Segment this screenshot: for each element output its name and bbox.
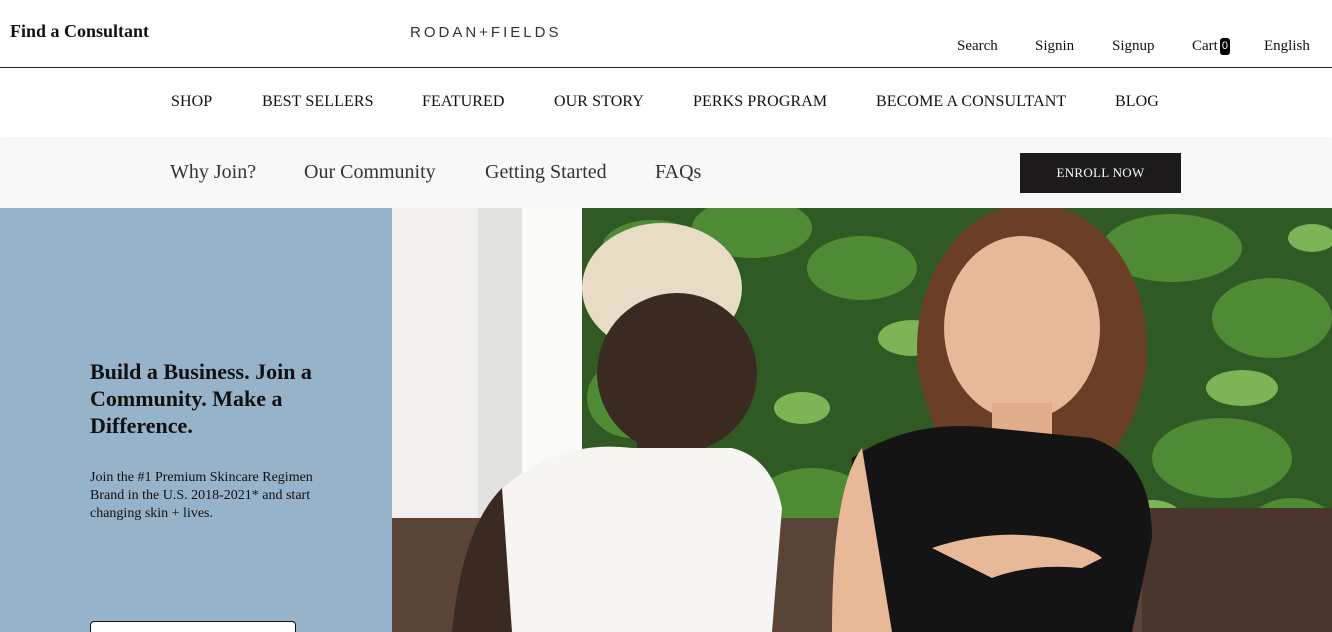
nav-item-our-story[interactable]: OUR STORY [554,93,644,111]
cart-label: Cart [1192,38,1218,54]
signin-link[interactable]: Signin [1035,38,1074,55]
cart-link[interactable]: Cart 0 [1192,38,1230,55]
nav-item-perks-program[interactable]: PERKS PROGRAM [693,93,827,111]
nav-item-become-consultant[interactable]: BECOME A CONSULTANT [876,93,1066,111]
search-link[interactable]: Search [957,38,998,55]
sub-nav: Why Join? Our Community Getting Started … [0,139,1332,208]
hero-photo [392,208,1332,632]
brand-logo[interactable]: RODAN+FIELDS [410,24,561,41]
main-nav: SHOP BEST SELLERS FEATURED OUR STORY PER… [0,68,1332,138]
enroll-now-button[interactable]: ENROLL NOW [1020,153,1181,193]
language-selector[interactable]: English [1264,38,1310,55]
tab-our-community[interactable]: Our Community [304,161,436,184]
hero-title: Build a Business. Join a Community. Make… [90,359,312,438]
hero-text-panel: Build a Business. Join a Community. Make… [0,208,392,632]
tab-faqs[interactable]: FAQs [655,161,701,184]
tab-getting-started[interactable]: Getting Started [485,161,607,184]
find-consultant-link[interactable]: Find a Consultant [10,21,149,42]
nav-item-shop[interactable]: SHOP [171,93,212,111]
hero-description: Join the #1 Premium Skincare Regimen Bra… [90,470,313,521]
hero-cta-button[interactable] [90,621,296,632]
nav-item-blog[interactable]: BLOG [1115,93,1159,111]
tab-why-join[interactable]: Why Join? [170,161,256,184]
nav-item-best-sellers[interactable]: BEST SELLERS [262,93,374,111]
signup-link[interactable]: Signup [1112,38,1155,55]
top-header: Find a Consultant RODAN+FIELDS Search Si… [0,0,1332,68]
cart-count-badge: 0 [1219,38,1230,55]
nav-item-featured[interactable]: FEATURED [422,93,505,111]
